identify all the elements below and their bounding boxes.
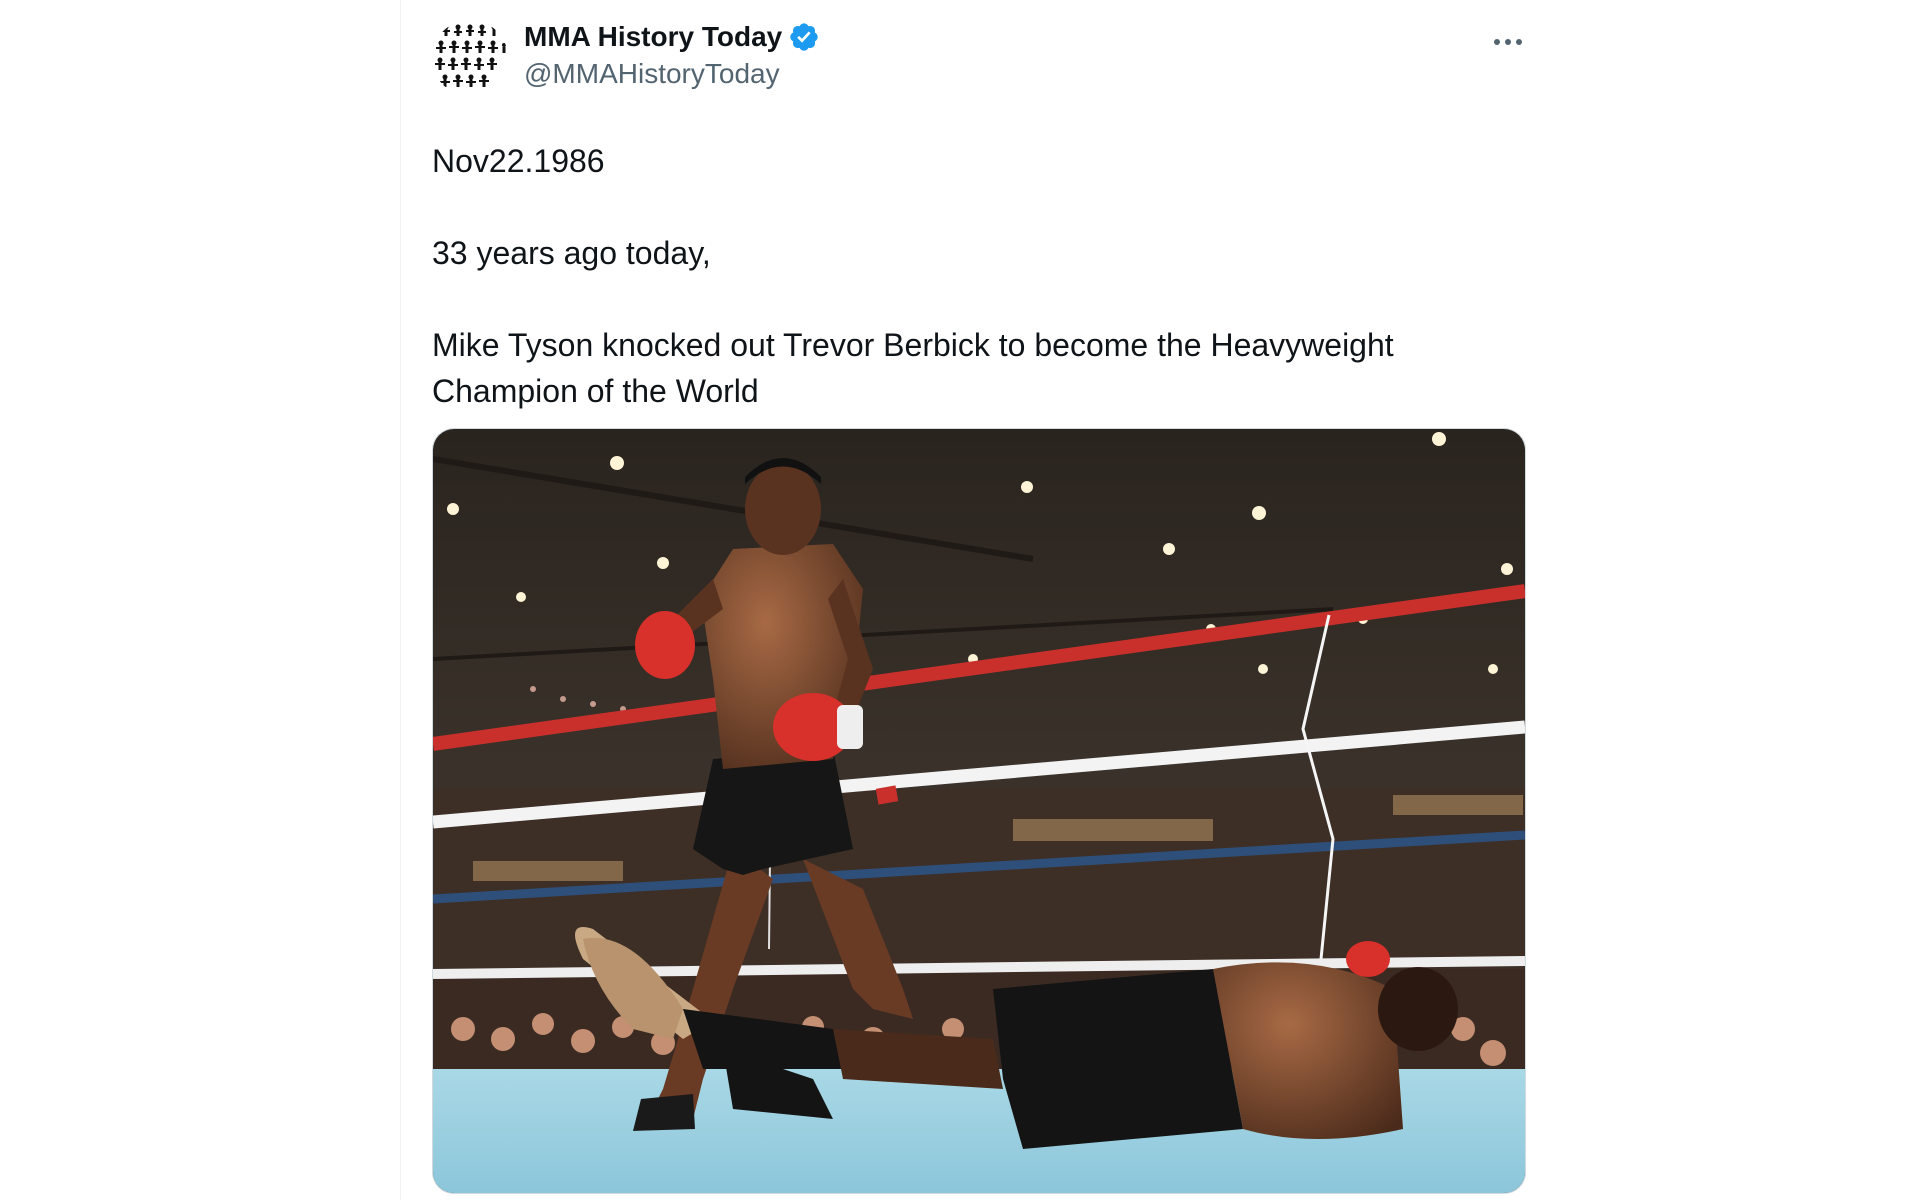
display-name[interactable]: MMA History Today bbox=[524, 21, 782, 53]
tweet-header: MMA History Today @MMAHistoryToday bbox=[432, 16, 1532, 96]
boxing-knockout-photo bbox=[433, 429, 1525, 1193]
author-names: MMA History Today @MMAHistoryToday bbox=[524, 20, 820, 90]
tweet-text: Nov22.1986 33 years ago today, Mike Tyso… bbox=[432, 138, 1524, 414]
tweet-text-line-headline: Mike Tyson knocked out Trevor Berbick to… bbox=[432, 327, 1394, 409]
avatar-silhouettes-icon bbox=[432, 20, 508, 96]
tweet[interactable]: MMA History Today @MMAHistoryToday Nov22… bbox=[432, 16, 1532, 1194]
display-name-row: MMA History Today bbox=[524, 20, 820, 54]
verified-badge-icon[interactable] bbox=[788, 21, 820, 53]
avatar[interactable] bbox=[432, 20, 508, 96]
timeline-divider bbox=[400, 0, 401, 1200]
author-handle[interactable]: @MMAHistoryToday bbox=[524, 58, 820, 90]
more-horizontal-icon[interactable] bbox=[1484, 24, 1532, 60]
tweet-media-photo[interactable] bbox=[432, 428, 1526, 1194]
tweet-text-line-years: 33 years ago today, bbox=[432, 235, 711, 271]
tweet-text-line-date: Nov22.1986 bbox=[432, 143, 605, 179]
